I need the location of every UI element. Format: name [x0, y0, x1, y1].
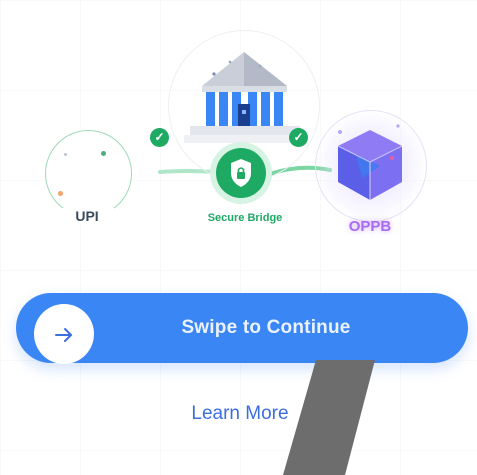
secure-bridge-node — [216, 148, 266, 198]
shield-lock-icon — [231, 159, 251, 187]
oppb-label: OPPB — [348, 218, 392, 235]
cube-icon — [337, 124, 403, 200]
upi-node — [45, 130, 132, 217]
arrow-right-icon — [55, 328, 72, 342]
swipe-handle[interactable] — [34, 304, 112, 364]
swipe-label: Swipe to Continue — [181, 317, 351, 338]
check-icon: ✓ — [150, 128, 169, 147]
check-icon: ✓ — [289, 128, 308, 147]
secure-bridge-label: Secure Bridge — [207, 212, 283, 224]
upi-label: UPI — [60, 208, 114, 224]
learn-more-link[interactable]: Learn More — [160, 403, 320, 425]
swipe-to-continue-slider[interactable]: Swipe to Continue — [16, 293, 468, 364]
